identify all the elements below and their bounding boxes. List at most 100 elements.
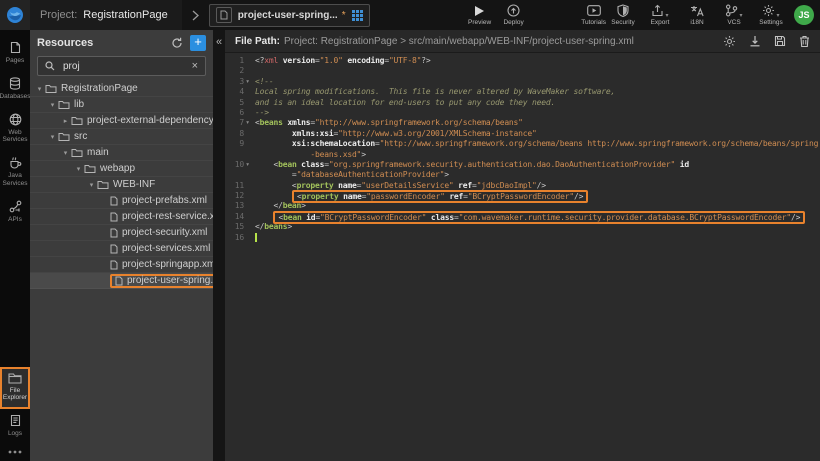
code-token: >: [361, 150, 366, 159]
sidebar-item-more[interactable]: [0, 445, 30, 461]
code-line[interactable]: ="databaseAuthenticationProvider">: [225, 170, 820, 180]
tree-item[interactable]: project-prefabs.xml: [30, 193, 213, 209]
tree-item[interactable]: project-springapp.xml: [30, 257, 213, 273]
code-line[interactable]: 7▾<beans xmlns="http://www.springframewo…: [225, 118, 820, 128]
code-editor[interactable]: 1<?xml version="1.0" encoding="UTF-8"?>2…: [225, 53, 820, 461]
chevron-down-icon[interactable]: ▾: [47, 101, 58, 109]
code-line[interactable]: 14 <bean id="BCryptPasswordEncoder" clas…: [225, 212, 820, 222]
toolbar-button-tutorials[interactable]: Tutorials: [580, 4, 608, 26]
toolbar-button-preview[interactable]: Preview: [466, 4, 494, 26]
user-avatar[interactable]: JS: [794, 5, 814, 25]
chevron-down-icon[interactable]: ▾: [73, 165, 84, 173]
grid-icon[interactable]: [352, 10, 363, 21]
tree-item[interactable]: ▸project-external-dependency-jars: [30, 113, 213, 129]
toolbar-button-security[interactable]: Security: [609, 4, 637, 26]
file-icon: [110, 260, 118, 270]
refresh-icon[interactable]: [171, 37, 183, 49]
code-token: ref: [454, 181, 472, 190]
sidebar-item-databases[interactable]: Databases: [0, 72, 30, 108]
fold-arrow-icon[interactable]: ▾: [244, 118, 251, 128]
code-token: />: [574, 192, 583, 201]
code-token: >: [301, 201, 306, 210]
code-line[interactable]: 16: [225, 233, 820, 243]
save-icon[interactable]: [774, 35, 786, 47]
code-token: "org.springframework.security.authentica…: [329, 160, 675, 169]
file-action-icons: [723, 35, 810, 48]
chevron-right-icon[interactable]: ▸: [60, 117, 71, 125]
gear-icon[interactable]: [723, 35, 736, 48]
clear-search-icon[interactable]: ×: [192, 60, 198, 72]
toolbar-button-label: VCS: [727, 19, 740, 26]
file-path-value: Project: RegistrationPage > src/main/web…: [284, 36, 634, 47]
tree-item[interactable]: ▾WEB-INF: [30, 177, 213, 193]
gutter: 2: [225, 66, 251, 76]
code-token: "passwordEncoder": [366, 192, 444, 201]
trash-icon[interactable]: [799, 35, 810, 48]
project-name: RegistrationPage: [83, 9, 167, 21]
toolbar-button-i18n[interactable]: i18N: [683, 4, 711, 26]
tree-item[interactable]: project-services.xml: [30, 241, 213, 257]
code-line[interactable]: 12 <property name="passwordEncoder" ref=…: [225, 191, 820, 201]
code-token: property: [297, 181, 334, 190]
code-line[interactable]: 6-->: [225, 108, 820, 118]
code-line[interactable]: 8 xmlns:xsi="http://www.w3.org/2001/XMLS…: [225, 129, 820, 139]
tree-item-label: webapp: [100, 163, 135, 174]
line-number: 15: [235, 222, 244, 232]
file-explorer-icon: [8, 372, 22, 384]
tree-item[interactable]: ▾ webapp: [30, 161, 213, 177]
code-line[interactable]: 9 xsi:schemaLocation="http://www.springf…: [225, 139, 820, 149]
sidebar-item-label: Web Services: [0, 129, 30, 145]
tree-item[interactable]: ▾lib: [30, 97, 213, 113]
panel-collapse-handle[interactable]: «: [213, 30, 225, 461]
toolbar-button-export[interactable]: ▾Export: [646, 4, 674, 26]
code-line-content: Local spring modifications. This file is…: [251, 87, 820, 97]
toolbar-button-settings[interactable]: ▾Settings: [757, 4, 785, 26]
tree-item[interactable]: project-rest-service.xml: [30, 209, 213, 225]
tree-item[interactable]: ▾main: [30, 145, 213, 161]
code-token: />: [791, 213, 800, 222]
sidebar-item-file-explorer[interactable]: File Explorer: [0, 367, 30, 410]
wavemaker-logo[interactable]: [0, 0, 30, 30]
sidebar-item-java-services[interactable]: Java Services: [0, 151, 30, 195]
code-line[interactable]: 5and is an ideal location for end-users …: [225, 98, 820, 108]
tree-item[interactable]: ▾RegistrationPage: [30, 81, 213, 97]
sidebar-item-web-services[interactable]: Web Services: [0, 108, 30, 152]
sidebar-item-apis[interactable]: APIs: [0, 195, 30, 231]
chevron-down-icon[interactable]: ▾: [60, 149, 71, 157]
tree-item[interactable]: project-user-spring.xml: [30, 273, 213, 289]
search-input[interactable]: [61, 60, 186, 73]
code-line[interactable]: 3▾<!--: [225, 77, 820, 87]
sidebar-item-label: Databases: [0, 93, 31, 101]
sidebar-item-pages[interactable]: Pages: [0, 36, 30, 72]
chevron-down-icon[interactable]: ▾: [86, 181, 97, 189]
project-breadcrumb[interactable]: Project: RegistrationPage: [30, 0, 182, 30]
file-tree: ▾RegistrationPage▾lib▸project-external-d…: [30, 81, 213, 461]
code-line[interactable]: 10▾ <bean class="org.springframework.sec…: [225, 160, 820, 170]
code-line[interactable]: -beans.xsd">: [225, 150, 820, 160]
resource-search[interactable]: ×: [37, 56, 206, 76]
download-icon[interactable]: [749, 35, 761, 47]
sidebar-item-logs[interactable]: Logs: [0, 409, 30, 445]
text-cursor: [255, 233, 257, 242]
fold-arrow-icon[interactable]: ▾: [244, 77, 251, 87]
left-nav-bar: Pages Databases Web Services Java Services A…: [0, 30, 30, 461]
folder-icon: [58, 100, 70, 110]
chevron-down-icon[interactable]: ▾: [47, 133, 58, 141]
code-line[interactable]: 15</beans>: [225, 222, 820, 232]
code-line[interactable]: 1<?xml version="1.0" encoding="UTF-8"?>: [225, 56, 820, 66]
toolbar-button-vcs[interactable]: ▾VCS: [720, 4, 748, 26]
toolbar-button-deploy[interactable]: Deploy: [500, 4, 528, 26]
add-resource-button[interactable]: +: [190, 35, 206, 51]
code-line[interactable]: 2: [225, 66, 820, 76]
collapse-left-icon[interactable]: «: [216, 36, 222, 461]
open-file-tab[interactable]: project-user-spring... *: [209, 4, 370, 27]
chevron-down-icon[interactable]: ▾: [34, 85, 45, 93]
fold-arrow-icon[interactable]: ▾: [244, 160, 251, 170]
code-line[interactable]: 4Local spring modifications. This file i…: [225, 87, 820, 97]
sidebar-item-label: APIs: [8, 216, 22, 224]
chevron-down-icon: ▾: [739, 12, 742, 19]
tree-item[interactable]: ▾src: [30, 129, 213, 145]
code-line-content: and is an ideal location for end-users t…: [251, 98, 820, 108]
tree-item[interactable]: project-security.xml: [30, 225, 213, 241]
line-number: 13: [235, 201, 244, 211]
